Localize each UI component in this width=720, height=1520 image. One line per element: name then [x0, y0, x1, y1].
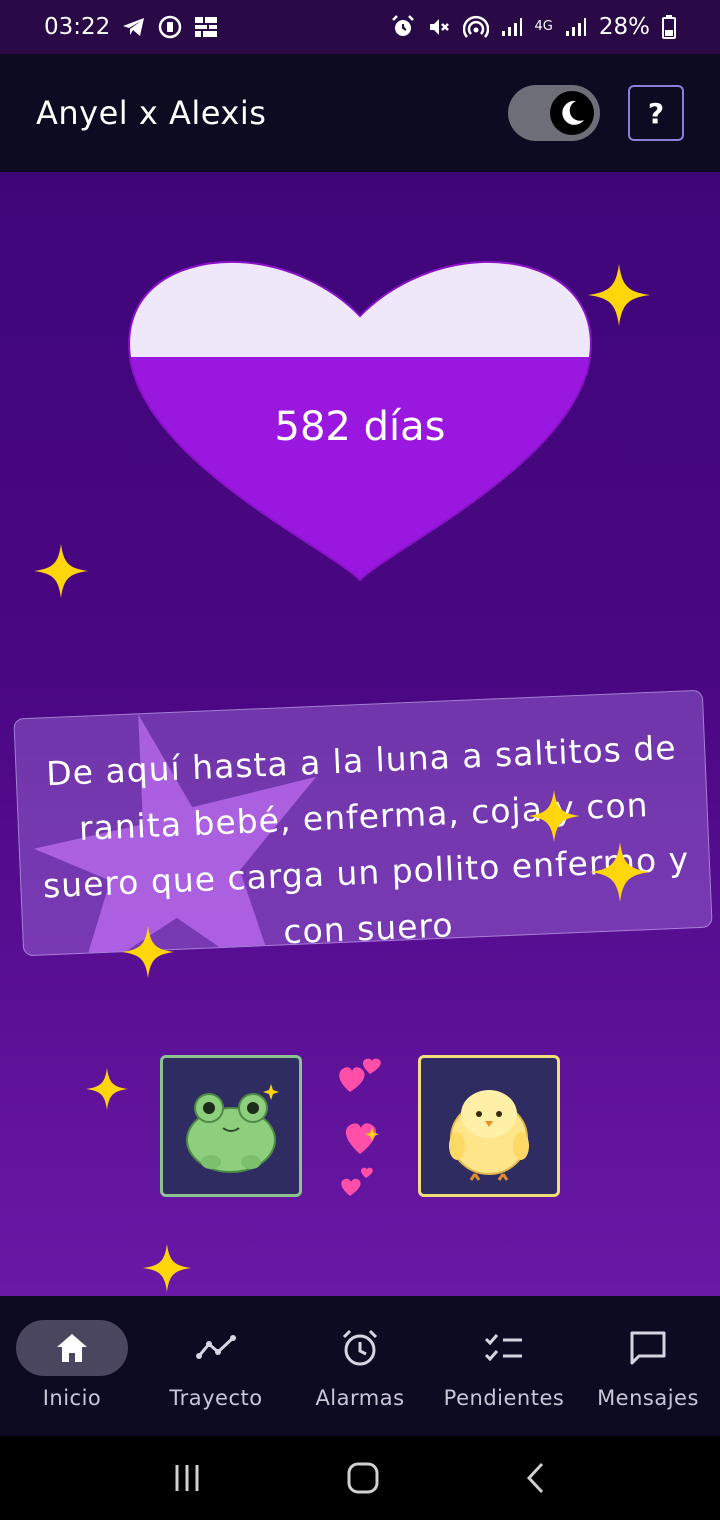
sparkle-icon	[528, 790, 580, 842]
quote-card: De aquí hasta a la luna a saltitos de ra…	[13, 689, 713, 957]
alarm-status-icon	[391, 15, 414, 36]
theme-toggle[interactable]	[508, 85, 600, 141]
grid-app-icon	[195, 17, 218, 37]
signal-icon	[501, 18, 522, 36]
alarm-clock-icon	[342, 1329, 378, 1366]
home-button-icon[interactable]	[346, 1461, 380, 1495]
sparkle-icon	[122, 926, 174, 978]
sparkle-icon	[143, 1244, 191, 1292]
battery-icon	[662, 15, 676, 39]
sparkle-icon	[588, 264, 650, 326]
avatar-chick[interactable]	[418, 1055, 560, 1197]
frog-icon	[186, 1084, 279, 1173]
app-title: Anyel x Alexis	[36, 94, 267, 132]
network-type: 4G	[534, 19, 553, 34]
hearts-decoration	[332, 1054, 392, 1204]
hotspot-icon	[462, 15, 489, 38]
quote-text: De aquí hasta a la luna a saltitos de ra…	[42, 727, 690, 952]
help-button[interactable]: ?	[628, 85, 684, 141]
status-bar: 03:22 4G 28%	[0, 0, 720, 54]
sparkle-icon	[34, 544, 88, 598]
app-bar: Anyel x Alexis ?	[0, 54, 720, 172]
nav-label-trayecto: Trayecto	[169, 1386, 263, 1410]
chick-icon	[449, 1090, 529, 1181]
nav-item-inicio[interactable]: Inicio	[0, 1296, 144, 1436]
trend-line-icon	[196, 1335, 236, 1359]
hearts-icon	[339, 1058, 381, 1196]
nav-item-mensajes[interactable]: Mensajes	[576, 1296, 720, 1436]
home-icon	[57, 1334, 87, 1362]
days-counter: 582 días	[274, 404, 446, 450]
sparkle-icon	[86, 1068, 128, 1110]
nav-item-trayecto[interactable]: Trayecto	[144, 1296, 288, 1436]
days-heart: 582 días	[128, 258, 592, 588]
battery-percent: 28%	[598, 14, 650, 40]
toggle-knob	[550, 91, 594, 135]
circle-app-icon	[159, 15, 182, 39]
nav-item-alarmas[interactable]: Alarmas	[288, 1296, 432, 1436]
checklist-icon	[484, 1334, 522, 1362]
telegram-icon	[123, 18, 145, 36]
back-icon[interactable]	[524, 1461, 548, 1495]
nav-label-alarmas: Alarmas	[315, 1386, 405, 1410]
moon-icon	[562, 100, 584, 125]
status-time: 03:22	[44, 14, 111, 40]
mute-icon	[429, 19, 449, 35]
nav-item-pendientes[interactable]: Pendientes	[432, 1296, 576, 1436]
sparkle-icon	[590, 842, 650, 902]
main-content: 582 días De aquí hasta a la luna a salti…	[0, 172, 720, 1296]
avatar-frog[interactable]	[160, 1055, 302, 1197]
recents-icon[interactable]	[172, 1463, 202, 1493]
nav-label-inicio: Inicio	[42, 1386, 102, 1410]
nav-label-mensajes: Mensajes	[597, 1386, 699, 1410]
bottom-nav: Inicio Trayecto Alarmas Pendientes Mensa…	[0, 1296, 720, 1436]
signal-icon-2	[565, 18, 586, 36]
system-nav	[0, 1436, 720, 1520]
message-icon	[630, 1331, 666, 1365]
nav-label-pendientes: Pendientes	[443, 1386, 565, 1410]
